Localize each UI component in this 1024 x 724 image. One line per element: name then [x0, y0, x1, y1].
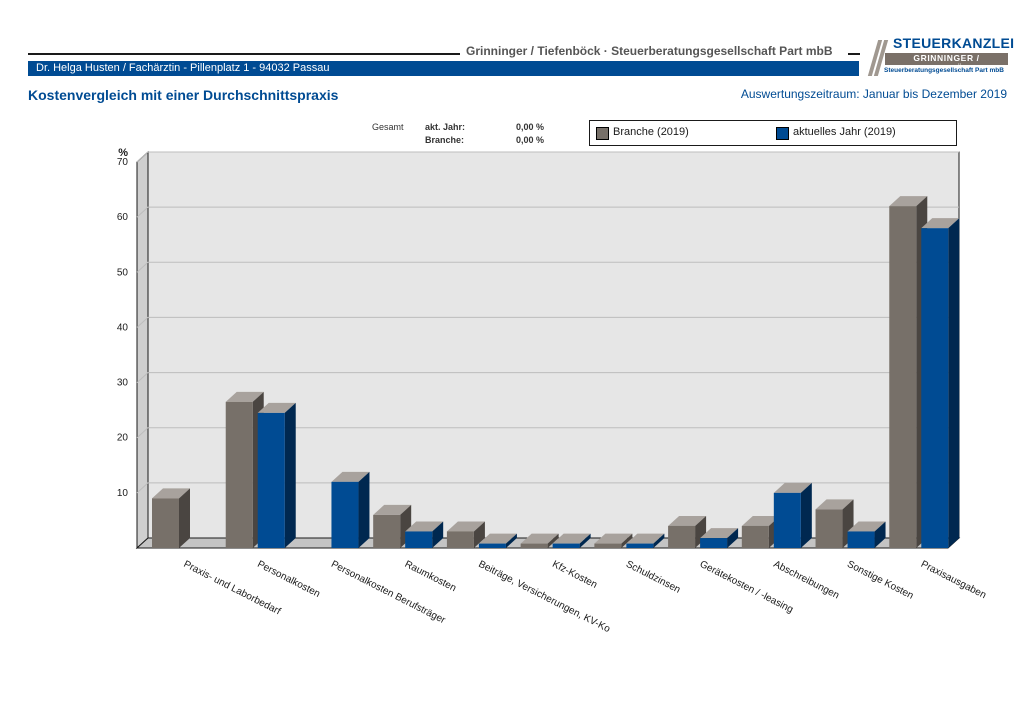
- bar-front: [225, 401, 253, 548]
- bar-front: [331, 481, 359, 548]
- y-axis-label: %: [118, 147, 128, 159]
- chart-side-wall: [136, 150, 149, 550]
- bar-front: [152, 498, 179, 548]
- bar-front: [552, 543, 580, 548]
- x-tick-label: Kfz-Kosten: [550, 559, 599, 591]
- bar-front: [478, 543, 506, 548]
- bar-front: [446, 531, 474, 548]
- bar-chart: 70605040302010%Praxis- und LaborbedarfPe…: [117, 147, 988, 635]
- bar-front: [626, 543, 654, 548]
- x-tick-label: Sonstige Kosten: [845, 559, 915, 602]
- bar-front: [520, 543, 548, 548]
- bar-front: [889, 206, 917, 548]
- bar-side: [179, 488, 190, 548]
- bar-aktuell: [773, 482, 812, 548]
- bar-front: [594, 543, 622, 548]
- x-tick-label: Schuldzinsen: [624, 559, 682, 596]
- bar-front: [373, 514, 401, 548]
- y-tick-label: 20: [117, 433, 129, 444]
- bar-side: [948, 218, 960, 548]
- x-tick-label: Raumkosten: [403, 559, 458, 594]
- bar-front: [668, 525, 696, 548]
- bar-front: [773, 492, 801, 548]
- bar-aktuell: [921, 218, 960, 548]
- x-tick-label: Personalkosten: [255, 559, 321, 600]
- bar-front: [921, 228, 949, 548]
- y-tick-label: 10: [117, 488, 129, 499]
- bar-front: [815, 509, 843, 548]
- bar-aktuell: [257, 402, 296, 548]
- bar-aktuell: [331, 471, 370, 548]
- y-tick-label: 50: [117, 267, 129, 278]
- x-tick-label: Beiträge, Versicherungen, KV-Ko: [477, 559, 613, 635]
- bar-side: [358, 471, 370, 548]
- y-tick-label: 30: [117, 378, 129, 389]
- bar-side: [800, 482, 812, 548]
- x-tick-label: Abschreibungen: [771, 559, 840, 602]
- bar-front: [700, 538, 728, 548]
- bar-front: [741, 525, 769, 548]
- x-tick-label: Praxisausgaben: [919, 559, 988, 601]
- bar-front: [405, 531, 433, 548]
- bar-front: [257, 412, 285, 548]
- y-tick-label: 40: [117, 322, 129, 333]
- bar-branche: [152, 488, 190, 548]
- y-tick-label: 60: [117, 212, 129, 223]
- bar-front: [847, 531, 875, 548]
- bar-side: [284, 402, 296, 548]
